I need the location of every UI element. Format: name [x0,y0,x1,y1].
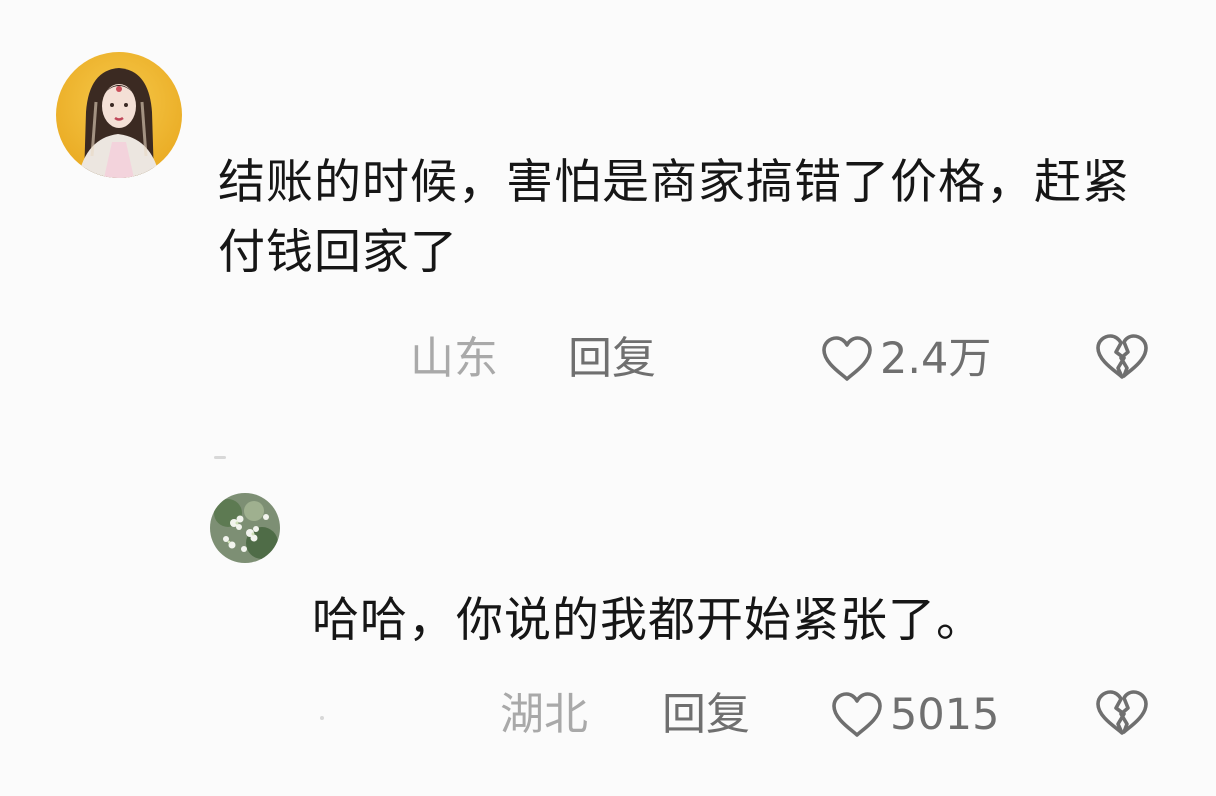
heart-icon [820,335,874,383]
comment-text: 哈哈，你说的我都开始紧张了。 [312,593,984,648]
like-count: 2.4万 [880,334,992,384]
avatar-green-flowers-icon [210,493,280,563]
divider [320,716,324,720]
broken-heart-icon[interactable] [1094,332,1150,382]
comment-location: 山东 [410,333,498,384]
heart-icon [830,691,884,739]
broken-heart-icon[interactable] [1094,688,1150,738]
user-avatar[interactable] [210,493,280,563]
user-avatar[interactable] [56,52,182,178]
like-count: 5015 [890,690,1000,740]
reply-button[interactable]: 回复 [662,690,750,740]
avatar-costume-girl-icon [56,52,182,178]
divider [214,456,226,459]
like-button[interactable]: 2.4万 [820,334,991,384]
reply-button[interactable]: 回复 [568,334,656,384]
comment-text: 结账的时候，害怕是商家搞错了价格，赶紧付钱回家了 [218,155,1130,280]
like-button[interactable]: 5015 [830,690,999,740]
comment-location: 湖北 [500,689,588,740]
